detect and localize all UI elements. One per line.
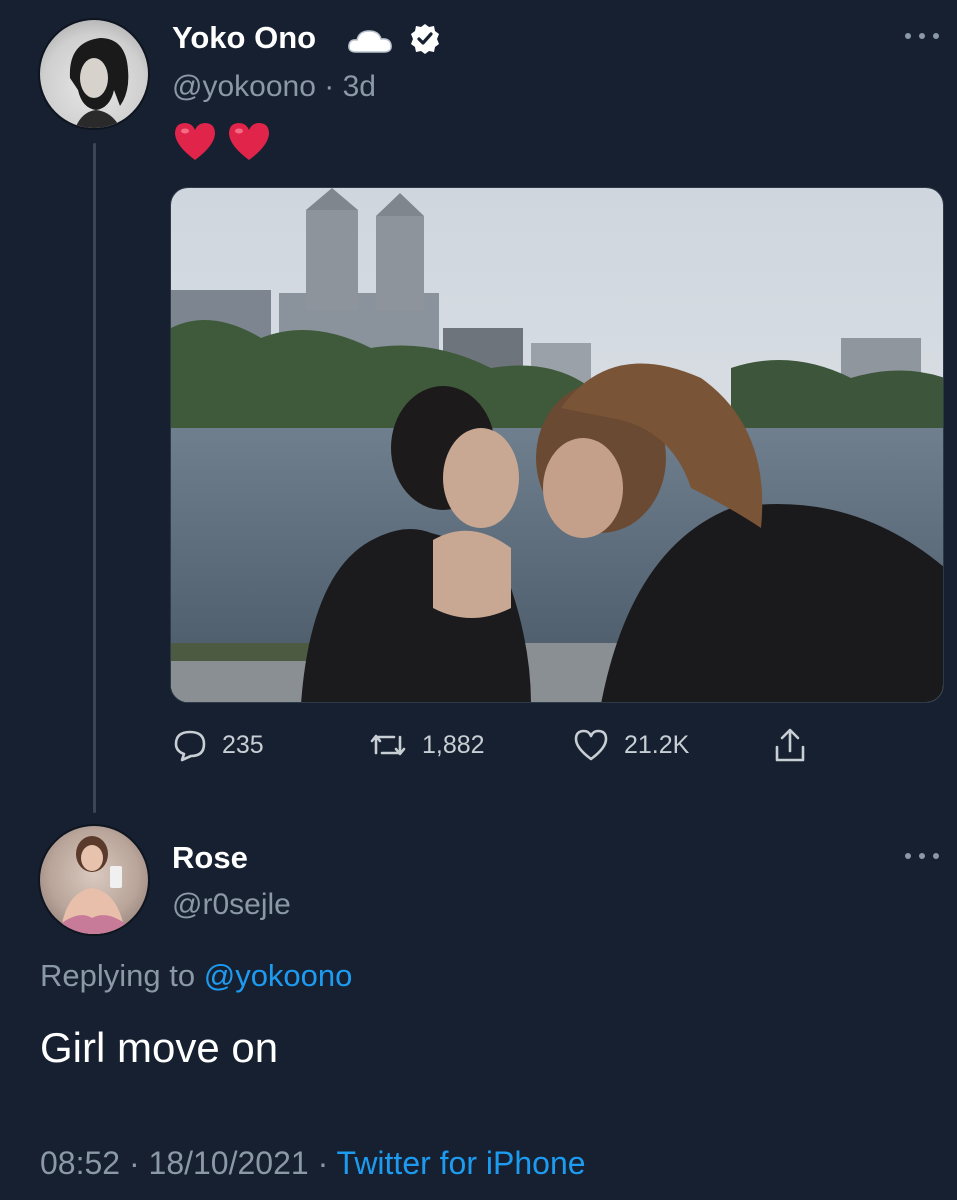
reply-button[interactable]: 235 bbox=[172, 727, 264, 763]
thread-connector-line bbox=[93, 143, 96, 813]
handle-text: @yokoono bbox=[172, 70, 316, 103]
like-count: 21.2K bbox=[624, 730, 690, 759]
cloud-icon bbox=[348, 30, 392, 53]
like-button[interactable]: 21.2K bbox=[572, 727, 689, 763]
heart-icon bbox=[229, 123, 269, 160]
replying-to-label: Replying to bbox=[40, 958, 196, 993]
like-heart-icon bbox=[574, 729, 608, 761]
author-handle[interactable]: @yokoono · 3d bbox=[172, 70, 376, 104]
reply-count: 235 bbox=[222, 730, 264, 759]
tweet-date[interactable]: 18/10/2021 bbox=[149, 1145, 309, 1181]
separator-dot: · bbox=[308, 1145, 337, 1181]
reply-text: Girl move on bbox=[40, 1024, 279, 1071]
retweet-button[interactable]: 1,882 bbox=[368, 727, 485, 763]
more-options-icon[interactable] bbox=[905, 31, 939, 41]
avatar-selfie-icon bbox=[60, 836, 126, 934]
avatar-rose[interactable] bbox=[38, 824, 150, 936]
author-name[interactable]: Yoko Ono bbox=[172, 20, 316, 56]
reply-author-name[interactable]: Rose bbox=[172, 840, 248, 876]
share-button[interactable] bbox=[772, 727, 808, 765]
tweet-time-ago[interactable]: 3d bbox=[343, 70, 376, 103]
tweet-time[interactable]: 08:52 bbox=[40, 1145, 120, 1181]
avatar-yoko[interactable] bbox=[38, 18, 150, 130]
separator-dot: · bbox=[120, 1145, 149, 1181]
retweet-icon bbox=[370, 734, 406, 756]
reply-icon bbox=[174, 730, 206, 762]
replying-to-line: Replying to @yokoono bbox=[40, 958, 352, 994]
heart-icon bbox=[175, 123, 215, 160]
retweet-count: 1,882 bbox=[422, 730, 485, 759]
tweet-metadata: 08:52 · 18/10/2021 · Twitter for iPhone bbox=[40, 1145, 586, 1182]
tweet-photo[interactable] bbox=[170, 187, 944, 703]
tweet-text-emoji bbox=[172, 120, 272, 162]
photo-couple-kissing-by-lake bbox=[171, 188, 943, 702]
separator-dot: · bbox=[315, 70, 343, 103]
share-icon bbox=[775, 728, 805, 762]
avatar-portrait-icon bbox=[69, 38, 129, 128]
reply-author-handle[interactable]: @r0sejle bbox=[172, 888, 291, 922]
tweet-thread: Yoko Ono @yokoono · 3d 235 1,882 21.2K R… bbox=[0, 0, 957, 1200]
tweet-source[interactable]: Twitter for iPhone bbox=[337, 1145, 586, 1181]
more-options-icon[interactable] bbox=[905, 851, 939, 861]
replying-to-mention[interactable]: @yokoono bbox=[204, 958, 353, 993]
verified-badge-icon bbox=[411, 24, 439, 54]
